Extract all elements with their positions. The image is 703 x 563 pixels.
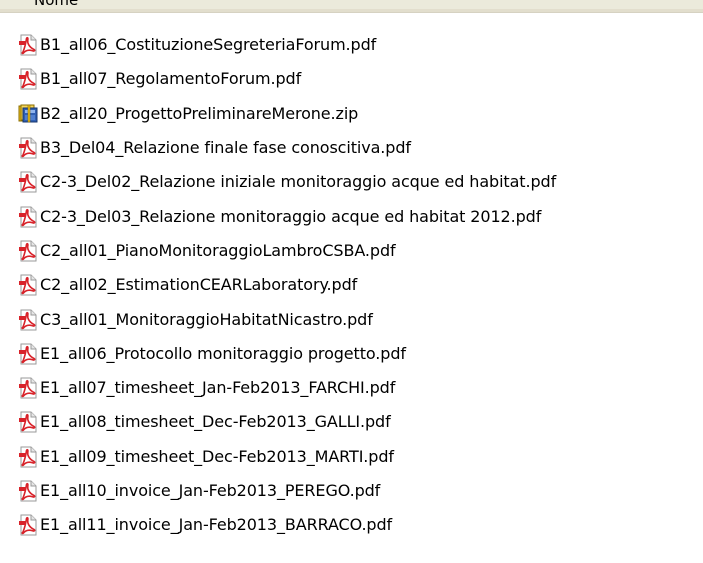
file-row[interactable]: C2_all02_EstimationCEARLaboratory.pdf <box>0 268 703 302</box>
file-name[interactable]: E1_all07_timesheet_Jan-Feb2013_FARCHI.pd… <box>40 378 395 398</box>
file-row[interactable]: E1_all07_timesheet_Jan-Feb2013_FARCHI.pd… <box>0 371 703 405</box>
file-name[interactable]: C2-3_Del03_Relazione monitoraggio acque … <box>40 207 541 227</box>
file-name[interactable]: C2-3_Del02_Relazione iniziale monitoragg… <box>40 172 556 192</box>
file-row[interactable]: E1_all08_timesheet_Dec-Feb2013_GALLI.pdf <box>0 405 703 439</box>
file-name[interactable]: B2_all20_ProgettoPreliminareMerone.zip <box>40 104 358 124</box>
column-header-label: Nome <box>34 0 79 9</box>
file-row[interactable]: E1_all10_invoice_Jan-Feb2013_PEREGO.pdf <box>0 474 703 508</box>
pdf-icon[interactable] <box>17 34 39 56</box>
pdf-icon[interactable] <box>17 309 39 331</box>
file-name[interactable]: B1_all06_CostituzioneSegreteriaForum.pdf <box>40 35 376 55</box>
file-name[interactable]: B1_all07_RegolamentoForum.pdf <box>40 69 301 89</box>
pdf-icon[interactable] <box>17 68 39 90</box>
file-row[interactable]: B1_all06_CostituzioneSegreteriaForum.pdf <box>0 28 703 62</box>
pdf-icon[interactable] <box>17 377 39 399</box>
pdf-icon[interactable] <box>17 480 39 502</box>
pdf-icon[interactable] <box>17 206 39 228</box>
file-name[interactable]: C2_all01_PianoMonitoraggioLambroCSBA.pdf <box>40 241 396 261</box>
file-row[interactable]: C2-3_Del03_Relazione monitoraggio acque … <box>0 199 703 233</box>
zip-icon[interactable] <box>17 103 39 125</box>
file-row[interactable]: B1_all07_RegolamentoForum.pdf <box>0 62 703 96</box>
file-row[interactable]: E1_all09_timesheet_Dec-Feb2013_MARTI.pdf <box>0 440 703 474</box>
file-name[interactable]: E1_all06_Protocollo monitoraggio progett… <box>40 344 406 364</box>
file-list: B1_all06_CostituzioneSegreteriaForum.pdf… <box>0 28 703 542</box>
pdf-icon[interactable] <box>17 274 39 296</box>
pdf-icon[interactable] <box>17 446 39 468</box>
pdf-icon[interactable] <box>17 240 39 262</box>
file-name[interactable]: C2_all02_EstimationCEARLaboratory.pdf <box>40 275 357 295</box>
pdf-icon[interactable] <box>17 137 39 159</box>
pdf-icon[interactable] <box>17 514 39 536</box>
file-row[interactable]: C2_all01_PianoMonitoraggioLambroCSBA.pdf <box>0 234 703 268</box>
file-name[interactable]: C3_all01_MonitoraggioHabitatNicastro.pdf <box>40 310 373 330</box>
file-row[interactable]: B2_all20_ProgettoPreliminareMerone.zip <box>0 97 703 131</box>
file-name[interactable]: E1_all11_invoice_Jan-Feb2013_BARRACO.pdf <box>40 515 392 535</box>
explorer-file-list-window: Nome B1_all06_CostituzioneSegreteriaForu… <box>0 0 703 563</box>
pdf-icon[interactable] <box>17 343 39 365</box>
pdf-icon[interactable] <box>17 171 39 193</box>
file-name[interactable]: E1_all08_timesheet_Dec-Feb2013_GALLI.pdf <box>40 412 391 432</box>
file-row[interactable]: C3_all01_MonitoraggioHabitatNicastro.pdf <box>0 302 703 336</box>
column-header-name[interactable]: Nome <box>0 0 703 13</box>
file-name[interactable]: E1_all10_invoice_Jan-Feb2013_PEREGO.pdf <box>40 481 380 501</box>
file-row[interactable]: C2-3_Del02_Relazione iniziale monitoragg… <box>0 165 703 199</box>
pdf-icon[interactable] <box>17 411 39 433</box>
file-name[interactable]: B3_Del04_Relazione finale fase conosciti… <box>40 138 411 158</box>
file-row[interactable]: E1_all06_Protocollo monitoraggio progett… <box>0 337 703 371</box>
file-row[interactable]: E1_all11_invoice_Jan-Feb2013_BARRACO.pdf <box>0 508 703 542</box>
file-row[interactable]: B3_Del04_Relazione finale fase conosciti… <box>0 131 703 165</box>
file-name[interactable]: E1_all09_timesheet_Dec-Feb2013_MARTI.pdf <box>40 447 394 467</box>
column-header-divider <box>0 9 703 12</box>
